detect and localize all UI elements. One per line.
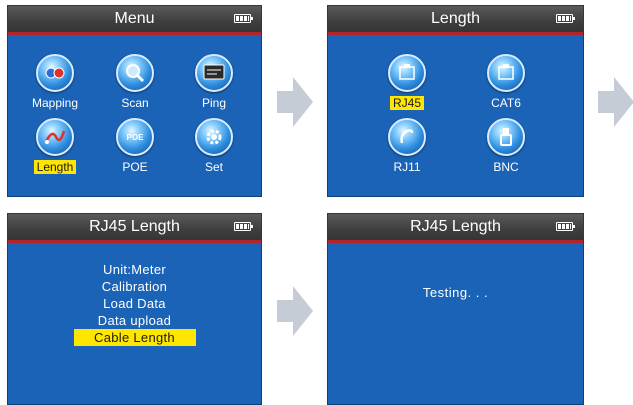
battery-icon xyxy=(556,14,575,23)
menu-item-rj11[interactable]: RJ11 xyxy=(369,118,445,176)
menu-item-label: Mapping xyxy=(31,96,79,110)
menu-item-label: Set xyxy=(204,160,223,174)
mapping-icon xyxy=(36,54,74,92)
menu-item-rj45[interactable]: RJ45 xyxy=(369,54,445,112)
menu-item-label: BNC xyxy=(493,160,519,174)
screen-title: RJ45 Length xyxy=(89,218,180,235)
menu-item-label: Length xyxy=(33,160,77,174)
rj45-length-titlebar: RJ45 Length xyxy=(328,214,583,243)
menu-item-bnc[interactable]: BNC xyxy=(468,118,544,176)
menu-item-label: RJ11 xyxy=(393,160,421,174)
svg-text:POE: POE xyxy=(127,133,145,142)
screen-title: Menu xyxy=(114,10,155,27)
battery-icon xyxy=(234,14,253,23)
menu-item-mapping[interactable]: Mapping xyxy=(17,54,93,112)
menu-item-label: CAT6 xyxy=(491,96,521,110)
battery-icon xyxy=(234,222,253,231)
set-icon xyxy=(195,118,233,156)
chevron-right-arrow-icon xyxy=(598,77,633,127)
menu-item-label: Scan xyxy=(121,96,149,110)
rj45-icon xyxy=(388,54,426,92)
menu-item-scan[interactable]: Scan xyxy=(97,54,173,112)
poe-icon: POE xyxy=(116,118,154,156)
menu-item-cat6[interactable]: CAT6 xyxy=(468,54,544,112)
bnc-icon xyxy=(487,118,525,156)
list-item-data-upload[interactable]: Data upload xyxy=(8,312,261,329)
battery-icon xyxy=(556,222,575,231)
rj45-length-options-list: Unit:Meter Calibration Load Data Data up… xyxy=(8,261,261,346)
rj45-length-menu-screen: RJ45 Length Unit:Meter Calibration Load … xyxy=(7,213,262,405)
chevron-right-arrow-icon xyxy=(277,77,313,127)
menu-item-ping[interactable]: Ping xyxy=(176,54,252,112)
menu-titlebar: Menu xyxy=(8,6,261,35)
cat6-icon xyxy=(487,54,525,92)
menu-item-length[interactable]: Length xyxy=(17,118,93,176)
list-item-calibration[interactable]: Calibration xyxy=(8,278,261,295)
chevron-right-arrow-icon xyxy=(277,286,313,336)
menu-item-set[interactable]: Set xyxy=(176,118,252,176)
menu-item-poe[interactable]: POE POE xyxy=(97,118,173,176)
length-titlebar: Length xyxy=(328,6,583,35)
list-item-load-data[interactable]: Load Data xyxy=(8,295,261,312)
rj45-length-testing-screen: RJ45 Length Testing. . . xyxy=(327,213,584,405)
rj11-icon xyxy=(388,118,426,156)
list-item-cable-length[interactable]: Cable Length xyxy=(73,329,196,346)
screen-title: Length xyxy=(431,10,480,27)
menu-screen: Menu Mapping Scan Ping Length POE POE Se… xyxy=(7,5,262,197)
menu-item-label: Ping xyxy=(201,96,227,110)
rj45-length-titlebar: RJ45 Length xyxy=(8,214,261,243)
length-screen: Length RJ45 CAT6 RJ11 BNC xyxy=(327,5,584,197)
list-item-unit[interactable]: Unit:Meter xyxy=(8,261,261,278)
scan-icon xyxy=(116,54,154,92)
menu-item-label: RJ45 xyxy=(389,96,424,110)
menu-item-label: POE xyxy=(122,160,148,174)
testing-status-text: Testing. . . xyxy=(422,285,489,300)
screen-title: RJ45 Length xyxy=(410,218,501,235)
length-icon xyxy=(36,118,74,156)
ping-icon xyxy=(195,54,233,92)
